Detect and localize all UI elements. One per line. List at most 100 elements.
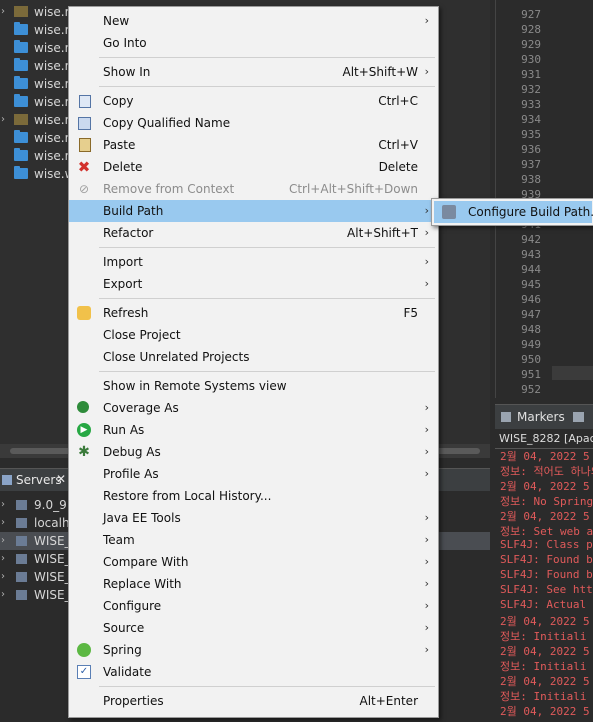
table-icon[interactable] [573, 412, 584, 422]
run-icon: ▶ [77, 423, 91, 437]
menu-item-spring[interactable]: Spring › [69, 639, 438, 661]
markers-tab[interactable]: Markers [495, 404, 593, 429]
line-number: 930 [521, 53, 541, 66]
line-number: 945 [521, 278, 541, 291]
spring-icon [77, 643, 91, 657]
close-icon[interactable]: ✕ [56, 472, 66, 486]
menu-item-refresh[interactable]: Refresh F5 [69, 302, 438, 324]
delete-icon: ✖ [77, 158, 91, 176]
chevron-right-icon: › [424, 226, 429, 239]
remove-context-icon: ⊘ [78, 182, 90, 196]
console-line: 2월 04, 2022 5 [500, 705, 590, 718]
menu-item-remove-from-context[interactable]: ⊘ Remove from Context Ctrl+Alt+Shift+Dow… [69, 178, 438, 200]
menu-item-build-path[interactable]: Build Path › [69, 200, 438, 222]
line-number: 936 [521, 143, 541, 156]
server-icon [16, 590, 27, 600]
line-number: 942 [521, 233, 541, 246]
markers-icon [501, 412, 511, 422]
menu-item-restore-local-history[interactable]: Restore from Local History... [69, 485, 438, 507]
line-number: 944 [521, 263, 541, 276]
menu-item-refactor[interactable]: Refactor Alt+Shift+T › [69, 222, 438, 244]
chevron-right-icon[interactable]: › [1, 3, 11, 21]
chevron-right-icon: › [424, 511, 429, 524]
line-number: 949 [521, 338, 541, 351]
console-line: SLF4J: See htt [500, 583, 593, 596]
chevron-right-icon: › [424, 401, 429, 414]
menu-label: Team [103, 533, 135, 547]
menu-item-copy[interactable]: Copy Ctrl+C [69, 90, 438, 112]
server-label: WISE_ [34, 552, 71, 566]
menu-item-replace-with[interactable]: Replace With › [69, 573, 438, 595]
menu-item-team[interactable]: Team › [69, 529, 438, 551]
chevron-right-icon[interactable]: › [1, 514, 5, 532]
line-number: 932 [521, 83, 541, 96]
console-line: 2월 04, 2022 5 [500, 615, 590, 628]
copy-qualified-name-icon [78, 117, 91, 130]
menu-item-run-as[interactable]: ▶ Run As › [69, 419, 438, 441]
menu-item-debug-as[interactable]: ✱ Debug As › [69, 441, 438, 463]
menu-item-properties[interactable]: Properties Alt+Enter [69, 690, 438, 712]
markers-tab-title: Markers [517, 410, 565, 424]
menu-label: Remove from Context [103, 182, 235, 196]
chevron-right-icon[interactable]: › [1, 586, 5, 604]
server-icon [16, 536, 27, 546]
editor-scrollbar[interactable] [552, 366, 593, 380]
menu-item-close-project[interactable]: Close Project [69, 324, 438, 346]
menu-label: Show In [103, 65, 151, 79]
chevron-right-icon: › [424, 577, 429, 590]
chevron-right-icon[interactable]: › [1, 550, 5, 568]
menu-item-profile-as[interactable]: Profile As › [69, 463, 438, 485]
folder-icon [14, 58, 28, 71]
line-number: 948 [521, 323, 541, 336]
menu-label: Close Unrelated Projects [103, 350, 250, 364]
menu-shortcut: Delete [378, 160, 418, 174]
menu-separator [99, 247, 435, 248]
menu-label: Copy [103, 94, 134, 108]
chevron-right-icon: › [424, 599, 429, 612]
menu-item-compare-with[interactable]: Compare With › [69, 551, 438, 573]
chevron-right-icon: › [424, 277, 429, 290]
console-line: 2월 04, 2022 5 [500, 450, 590, 463]
menu-item-import[interactable]: Import › [69, 251, 438, 273]
server-label: WISE_ [34, 534, 71, 548]
chevron-right-icon[interactable]: › [1, 111, 11, 129]
menu-label: Close Project [103, 328, 181, 342]
menu-item-go-into[interactable]: Go Into [69, 32, 438, 54]
menu-shortcut: Ctrl+Alt+Shift+Down [288, 182, 418, 196]
menu-label: Profile As [103, 467, 159, 481]
menu-item-show-in[interactable]: Show In Alt+Shift+W › [69, 61, 438, 83]
coverage-icon [77, 401, 89, 413]
menu-item-source[interactable]: Source › [69, 617, 438, 639]
menu-label: Refactor [103, 226, 154, 240]
configure-build-path-icon [442, 205, 456, 219]
menu-item-delete[interactable]: ✖ Delete Delete [69, 156, 438, 178]
menu-item-show-in-remote-systems[interactable]: Show in Remote Systems view [69, 375, 438, 397]
menu-item-close-unrelated-projects[interactable]: Close Unrelated Projects [69, 346, 438, 368]
server-label: WISE_ [34, 570, 71, 584]
menu-item-new[interactable]: New › [69, 10, 438, 32]
chevron-right-icon[interactable]: › [1, 496, 5, 514]
menu-separator [99, 57, 435, 58]
menu-item-configure[interactable]: Configure › [69, 595, 438, 617]
chevron-right-icon[interactable]: › [1, 532, 5, 550]
line-number: 935 [521, 128, 541, 141]
folder-icon [14, 130, 28, 143]
chevron-right-icon: › [424, 643, 429, 656]
console-line: 정보: Initiali [500, 630, 587, 643]
menu-item-export[interactable]: Export › [69, 273, 438, 295]
menu-label: Go Into [103, 36, 147, 50]
menu-item-java-ee-tools[interactable]: Java EE Tools › [69, 507, 438, 529]
build-path-submenu: Configure Build Path... [431, 198, 593, 226]
menu-item-configure-build-path[interactable]: Configure Build Path... [434, 201, 593, 223]
menu-label: Paste [103, 138, 136, 152]
menu-item-validate[interactable]: ✓ Validate [69, 661, 438, 683]
menu-item-coverage-as[interactable]: Coverage As › [69, 397, 438, 419]
console-line: 정보: 적어도 하나의 [500, 465, 593, 478]
chevron-right-icon[interactable]: › [1, 568, 5, 586]
chevron-right-icon: › [424, 555, 429, 568]
menu-item-copy-qualified-name[interactable]: Copy Qualified Name [69, 112, 438, 134]
menu-separator [99, 371, 435, 372]
line-number: 950 [521, 353, 541, 366]
menu-item-paste[interactable]: Paste Ctrl+V [69, 134, 438, 156]
menu-label: Copy Qualified Name [103, 116, 231, 130]
